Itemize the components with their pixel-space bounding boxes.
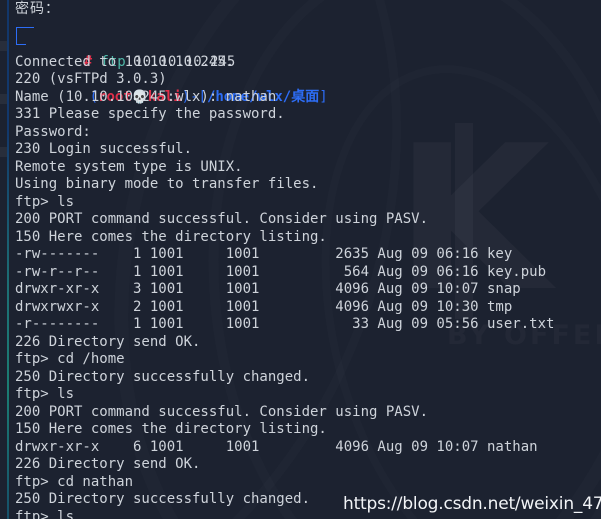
terminal-window[interactable]: K BY OFFENSIVE SECURITY 密码： (root💀kali)-… <box>0 0 601 519</box>
password-prompt-line[interactable]: Password: <box>0 124 601 142</box>
output-line: 226 Directory send OK. <box>15 456 201 472</box>
output-line: 226 Directory send OK. <box>15 333 201 350</box>
output-line: Remote system type is UNIX. <box>15 158 243 175</box>
output-line: 250 Directory successfully changed. <box>15 368 311 385</box>
file-listing-row: drwxrwxr-x 2 1001 1001 4096 Aug 09 10:30… <box>15 298 513 315</box>
file-listing-row: drwxr-xr-x 3 1001 1001 4096 Aug 09 10:07… <box>15 281 521 297</box>
file-listing-row: -rw------- 1 1001 1001 2635 Aug 09 06:16… <box>15 246 513 262</box>
output-line: 150 Here comes the directory listing. <box>15 228 327 245</box>
ftp-command-line[interactable]: ftp> ls <box>0 194 601 212</box>
ftp-command-line[interactable]: ftp> ls <box>0 386 601 404</box>
command-input-line[interactable]: # ftp 10.10.10.245 <box>0 36 601 70</box>
output-line: Connected to 10.10.10.245. <box>15 53 235 70</box>
output-line: Using binary mode to transfer files. <box>15 176 319 192</box>
output-line: 220 (vsFTPd 3.0.3) <box>15 71 167 87</box>
output-line: 331 Please specify the password. <box>15 106 285 122</box>
output-line: 230 Login successful. <box>15 141 193 157</box>
output-line: Name (10.10.10.245:wlx): nathan <box>15 88 277 105</box>
output-line: 150 Here comes the directory listing. <box>15 421 327 437</box>
output-line: 200 PORT command successful. Consider us… <box>15 211 429 227</box>
prompt-frame-top-icon <box>16 26 34 28</box>
file-listing-row: -rw-r--r-- 1 1001 1001 564 Aug 09 06:16 … <box>15 263 547 280</box>
blog-url-watermark: https://blog.csdn.net/weixin_47156475 <box>343 494 601 514</box>
output-line: 200 PORT command successful. Consider us… <box>15 403 429 420</box>
password-label-line: 密码： <box>15 1 60 17</box>
ftp-command-line[interactable]: ftp> cd /home <box>0 351 601 369</box>
ftp-command-line[interactable]: ftp> cd nathan <box>0 474 601 492</box>
terminal-output[interactable]: 密码： (root💀kali)-[/home/wlx/桌面] # ftp 10.… <box>0 0 601 519</box>
prompt-path-line: (root💀kali)-[/home/wlx/桌面] <box>0 19 601 105</box>
file-listing-row: drwxr-xr-x 6 1001 1001 4096 Aug 09 10:07… <box>15 438 538 455</box>
file-listing-row: -r-------- 1 1001 1001 33 Aug 09 05:56 u… <box>15 316 555 332</box>
